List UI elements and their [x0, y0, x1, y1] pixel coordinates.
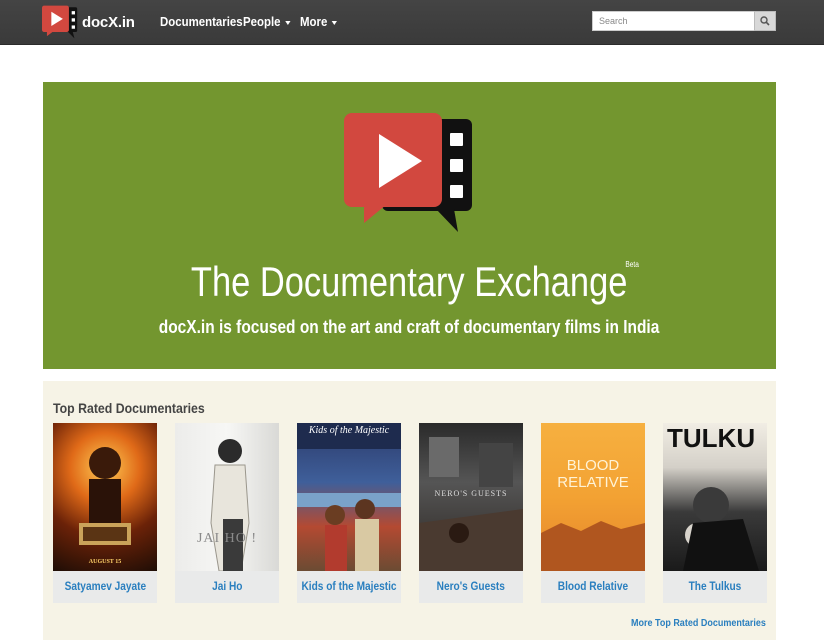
poster-text: JAI HO !	[196, 531, 258, 546]
documentary-card[interactable]: TULKU The Tulkus	[663, 423, 767, 603]
brand-logo-icon	[42, 5, 78, 39]
poster-jai-ho[interactable]: JAI HO !	[175, 423, 279, 571]
card-title: Nero's Guests	[436, 581, 506, 593]
poster-text: AUGUST 15	[88, 559, 122, 565]
card-title: The Tulkus	[688, 581, 742, 593]
hero-subtitle: docX.in is focused on the art and craft …	[43, 317, 776, 338]
card-title-link[interactable]: Blood Relative	[541, 571, 645, 603]
card-title: Blood Relative	[557, 581, 629, 593]
poster-art	[297, 423, 401, 571]
documentary-card[interactable]: Kids of the Majestic Kids of the Majesti…	[297, 423, 401, 603]
chevron-down-icon	[331, 20, 338, 25]
poster-text: Kids of the Majestic	[308, 425, 390, 436]
card-title: Jai Ho	[211, 581, 243, 593]
nav-people-label: People	[243, 14, 281, 29]
nav-more-dropdown[interactable]: More	[300, 14, 338, 29]
poster-art	[541, 521, 645, 571]
documentary-card[interactable]: BLOOD RELATIVE Blood Relative	[541, 423, 645, 603]
search-input[interactable]	[592, 11, 754, 31]
poster-text: BLOOD RELATIVE	[557, 457, 629, 491]
brand-name: docX.in	[82, 13, 135, 31]
card-title-link[interactable]: Nero's Guests	[419, 571, 523, 603]
chevron-down-icon	[284, 20, 291, 25]
nav-people-dropdown[interactable]: People	[243, 14, 291, 29]
search-button[interactable]	[754, 11, 776, 31]
poster-art	[210, 439, 250, 571]
poster-neros-guests[interactable]: NERO'S GUESTS	[419, 423, 523, 571]
hero-title-text: The Documentary Exchange	[191, 258, 628, 305]
poster-kids-of-the-majestic[interactable]: Kids of the Majestic	[297, 423, 401, 571]
search-form	[592, 11, 776, 31]
magnifier-icon	[760, 16, 770, 26]
play-filmstrip-logo-icon	[344, 113, 472, 232]
card-title-link[interactable]: Satyamev Jayate	[53, 571, 157, 603]
more-top-rated-link[interactable]: More Top Rated Documentaries	[631, 618, 766, 629]
poster-art	[79, 447, 131, 545]
documentary-card[interactable]: AUGUST 15 Satyamev Jayate	[53, 423, 157, 603]
section-heading: Top Rated Documentaries	[53, 400, 205, 416]
brand-link[interactable]: docX.in	[42, 5, 135, 39]
card-title-link[interactable]: Kids of the Majestic	[297, 571, 401, 603]
top-rated-section: Top Rated Documentaries AUGUST 15 Satyam…	[43, 381, 776, 640]
poster-text: NERO'S GUESTS	[434, 489, 508, 498]
top-navbar: docX.in Documentaries People More	[0, 0, 824, 45]
poster-satyamev-jayate[interactable]: AUGUST 15	[53, 423, 157, 571]
poster-blood-relative[interactable]: BLOOD RELATIVE	[541, 423, 645, 571]
card-title-link[interactable]: The Tulkus	[663, 571, 767, 603]
nav-more-label: More	[300, 14, 328, 29]
beta-badge: Beta	[625, 260, 640, 269]
card-title: Satyamev Jayate	[64, 581, 146, 593]
hero-subtitle-text: docX.in is focused on the art and craft …	[159, 317, 660, 337]
poster-text: TULKU	[667, 423, 756, 453]
documentary-card[interactable]: NERO'S GUESTS Nero's Guests	[419, 423, 523, 603]
nav-documentaries[interactable]: Documentaries	[160, 14, 243, 29]
nav-documentaries-label: Documentaries	[160, 14, 243, 29]
hero-banner: The Documentary Exchange Beta docX.in is…	[43, 82, 776, 369]
hero-title: The Documentary Exchange Beta	[43, 258, 776, 306]
documentary-card[interactable]: JAI HO ! Jai Ho	[175, 423, 279, 603]
card-title-link[interactable]: Jai Ho	[175, 571, 279, 603]
poster-the-tulkus[interactable]: TULKU	[663, 423, 767, 571]
card-title: Kids of the Majestic	[301, 581, 397, 593]
